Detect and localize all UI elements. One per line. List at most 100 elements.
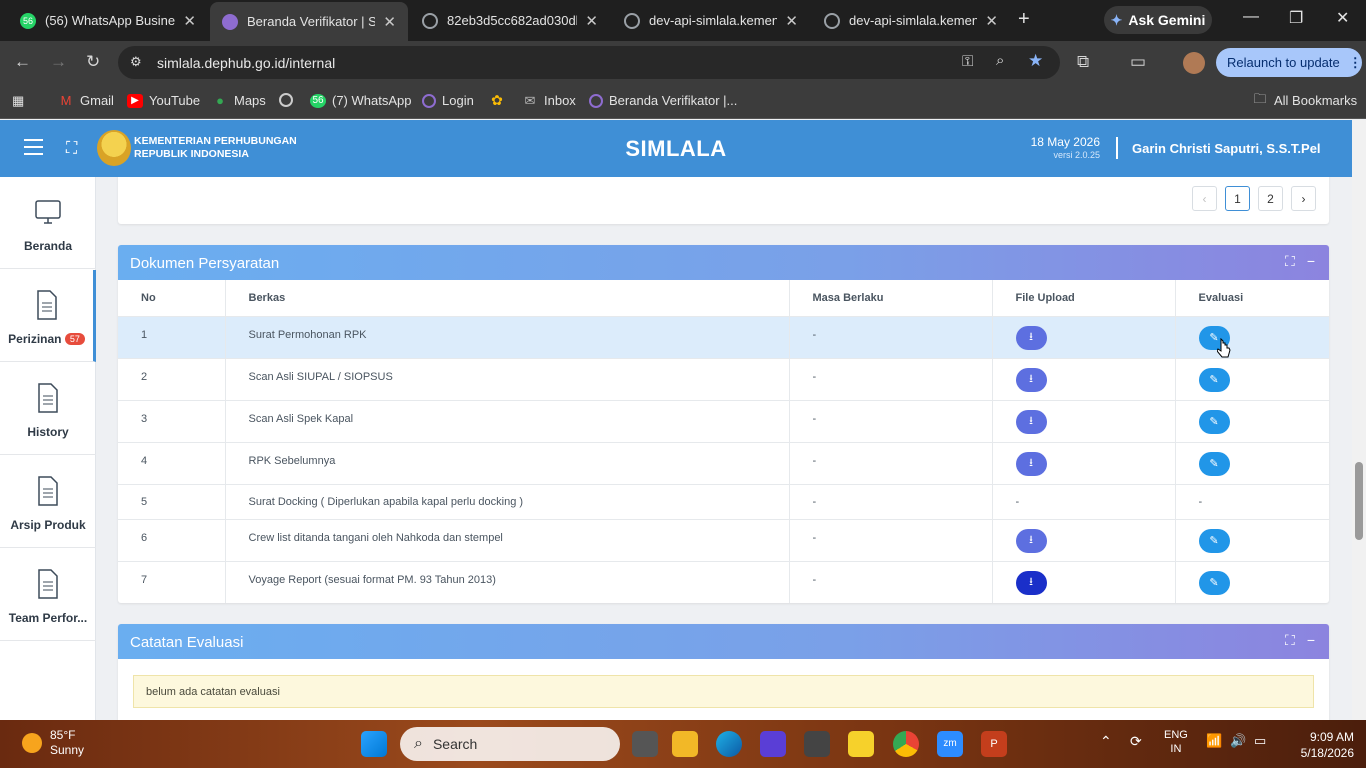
edit-button[interactable]: ✎ — [1198, 409, 1230, 434]
close-icon[interactable]: ✕ — [785, 12, 798, 30]
site-info-icon[interactable]: ⚙ — [130, 54, 142, 70]
download-button[interactable]: ⭳ — [1015, 570, 1047, 595]
copilot-icon[interactable] — [760, 731, 786, 757]
page-scrollbar[interactable] — [1352, 120, 1366, 720]
zoom-icon[interactable]: ⌕ — [996, 52, 1004, 69]
download-icon: ⭳ — [1029, 576, 1033, 588]
star-icon[interactable]: ★ — [1028, 51, 1043, 71]
masa-berlaku: - — [788, 400, 992, 443]
document-icon — [36, 290, 57, 320]
pagination-page-2[interactable]: 2 — [1258, 186, 1283, 211]
pagination-prev[interactable]: ‹ — [1192, 186, 1217, 211]
sidebar-item-perizinan[interactable]: Perizinan 57 — [0, 270, 96, 362]
reload-icon[interactable]: ↻ — [86, 52, 100, 72]
collapse-icon[interactable]: − — [1307, 253, 1315, 270]
card-tools: ⛶ − — [1285, 253, 1315, 270]
system-clock[interactable]: 9:09 AM 5/18/2026 — [1301, 729, 1354, 761]
expand-icon[interactable]: ⛶ — [1285, 253, 1295, 270]
file-explorer-icon[interactable] — [672, 731, 698, 757]
tab-dev-api-2[interactable]: dev-api-simlala.kemenh ✕ — [812, 0, 1010, 41]
windows-start-icon[interactable] — [361, 731, 387, 757]
pagination-next[interactable]: › — [1291, 186, 1316, 211]
column-header: Evaluasi — [1174, 280, 1329, 317]
expand-icon[interactable]: ⛶ — [1285, 632, 1295, 649]
edge-icon[interactable] — [716, 731, 742, 757]
tab-beranda-verifikator[interactable]: Beranda Verifikator | Sim ✕ — [210, 2, 408, 41]
apps-grid-icon[interactable]: ▦ — [12, 93, 24, 109]
edit-button[interactable]: ✎ — [1198, 367, 1230, 392]
back-icon[interactable]: ← — [14, 52, 31, 72]
bookmark-gmail[interactable]: M Gmail — [58, 93, 114, 108]
volume-icon[interactable]: 🔊 — [1230, 734, 1246, 748]
zoom-app-icon[interactable]: zm — [937, 731, 963, 757]
bookmark-whatsapp[interactable]: 56 (7) WhatsApp — [310, 93, 411, 108]
bookmark-youtube[interactable]: ▶ YouTube — [127, 93, 200, 108]
window-close-icon[interactable]: ✕ — [1336, 8, 1349, 28]
task-view-icon[interactable] — [632, 731, 658, 757]
cast-icon[interactable]: ▭ — [1130, 52, 1146, 72]
pagination-page-1[interactable]: 1 — [1225, 186, 1250, 211]
scrollbar-thumb[interactable] — [1355, 462, 1363, 540]
close-icon[interactable]: ✕ — [585, 12, 598, 30]
tray-chevron-icon[interactable]: ⌃ — [1100, 734, 1112, 748]
weather-widget[interactable]: 85°F Sunny — [22, 728, 84, 758]
close-icon[interactable]: ✕ — [183, 12, 196, 30]
tab-dev-api-1[interactable]: dev-api-simlala.kemenh ✕ — [612, 0, 810, 41]
download-button[interactable]: ⭳ — [1015, 451, 1047, 476]
globe-icon — [279, 93, 293, 107]
bookmark-maps[interactable]: ● Maps — [212, 93, 266, 108]
edit-button[interactable]: ✎ — [1198, 570, 1230, 595]
download-button[interactable]: ⭳ — [1015, 325, 1047, 350]
header-date: 18 May 2026 — [1030, 135, 1100, 149]
edit-icon: ✎ — [1209, 458, 1219, 470]
restore-icon[interactable]: ❐ — [1289, 8, 1303, 28]
address-bar[interactable]: ⚙ simlala.dephub.go.id/internal ⚿ ⌕ ★ — [118, 46, 1060, 79]
forward-icon[interactable]: → — [50, 52, 67, 72]
edit-button[interactable]: ✎ — [1198, 528, 1230, 553]
bookmark-pinwheel[interactable]: ✿ — [489, 92, 505, 108]
tab-hash[interactable]: 82eb3d5cc682ad030db9 ✕ — [410, 0, 610, 41]
battery-icon[interactable]: ▭ — [1254, 734, 1266, 748]
table-row: 1 Surat Permohonan RPK - ⭳ ✎ — [118, 316, 1329, 359]
bookmark-inbox[interactable]: ✉ Inbox — [522, 93, 576, 109]
edit-button[interactable]: ✎ — [1198, 451, 1230, 476]
tab-whatsapp[interactable]: 56 (56) WhatsApp Business ✕ — [8, 0, 208, 41]
close-icon[interactable]: ✕ — [985, 12, 998, 30]
minimize-icon[interactable]: — — [1243, 8, 1259, 26]
tab-title: dev-api-simlala.kemenh — [849, 13, 978, 28]
download-icon: ⭳ — [1029, 534, 1033, 546]
powerpoint-icon[interactable]: P — [981, 731, 1007, 757]
wifi-icon[interactable]: 📶 — [1206, 734, 1222, 748]
sync-icon[interactable]: ⟳ — [1130, 734, 1142, 748]
sidebar-item-history[interactable]: History — [0, 363, 96, 455]
bookmark-beranda[interactable]: Beranda Verifikator |... — [589, 93, 737, 108]
chrome-icon[interactable] — [893, 731, 919, 757]
key-icon[interactable]: ⚿ — [962, 53, 973, 70]
sidebar-item-team-performance[interactable]: Team Perfor... — [0, 549, 96, 641]
download-button[interactable]: ⭳ — [1015, 528, 1047, 553]
download-button[interactable]: ⭳ — [1015, 409, 1047, 434]
relaunch-label: Relaunch to update — [1227, 55, 1340, 70]
sidebar-item-beranda[interactable]: Beranda — [0, 177, 96, 269]
close-icon[interactable]: ✕ — [383, 13, 396, 31]
language-indicator[interactable]: ENG IN — [1164, 728, 1188, 756]
download-button[interactable]: ⭳ — [1015, 367, 1047, 392]
extensions-icon[interactable]: ⧉ — [1077, 52, 1089, 72]
table-row: 5 Surat Docking ( Diperlukan apabila kap… — [118, 484, 1329, 520]
all-bookmarks[interactable]: 🗀 All Bookmarks — [1252, 91, 1357, 109]
sticky-notes-icon[interactable] — [848, 731, 874, 757]
bookmark-globe[interactable] — [279, 93, 293, 107]
collapse-icon[interactable]: − — [1307, 632, 1315, 649]
bookmark-login[interactable]: Login — [422, 93, 474, 108]
relaunch-button[interactable]: Relaunch to update ⋮ — [1216, 48, 1362, 77]
evaluasi-cell: ✎ — [1174, 519, 1329, 562]
ask-gemini-button[interactable]: ✦ Ask Gemini — [1104, 6, 1212, 34]
berkas-name: Voyage Report (sesuai format PM. 93 Tahu… — [224, 561, 789, 603]
tab-title: (56) WhatsApp Business — [45, 13, 176, 28]
user-name[interactable]: Garin Christi Saputri, S.S.T.Pel — [1132, 141, 1321, 156]
taskbar-search[interactable]: ⌕ Search — [400, 727, 620, 761]
profile-avatar[interactable] — [1183, 52, 1205, 74]
camera-icon[interactable] — [804, 731, 830, 757]
new-tab-icon[interactable]: + — [1018, 8, 1030, 31]
sidebar-item-arsip-produk[interactable]: Arsip Produk — [0, 456, 96, 548]
